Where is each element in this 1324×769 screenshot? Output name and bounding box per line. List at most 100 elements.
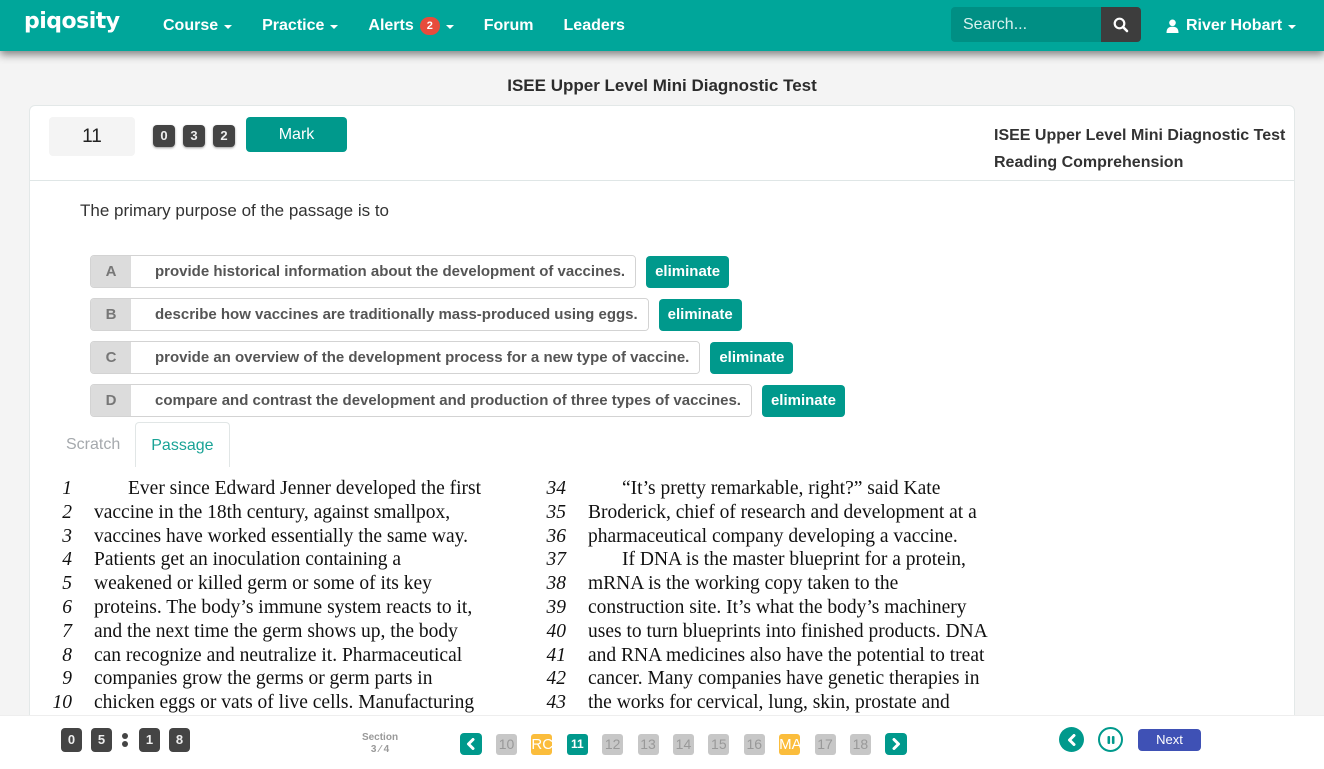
line-number: 41 bbox=[546, 644, 567, 666]
passage-line: 34 “It’s pretty remarkable, right?” said … bbox=[525, 478, 1045, 502]
user-menu[interactable]: River Hobart bbox=[1166, 0, 1297, 51]
line-number: 34 bbox=[546, 478, 567, 499]
navbar: piqosity Course Practice Alerts 2 Forum … bbox=[0, 0, 1324, 51]
question-header: 11 0 3 2 Mark ISEE Upper Level Mini Diag… bbox=[30, 106, 1294, 181]
question-nav-items: 10 RC 11 12 13 14 15 16 MA 17 18 bbox=[496, 733, 885, 755]
choice-select[interactable]: A provide historical information about t… bbox=[90, 255, 637, 288]
section-value: 3 ⁄ 4 bbox=[370, 744, 390, 755]
line-text: “It’s pretty remarkable, right?” said Ka… bbox=[622, 478, 941, 499]
line-number: 37 bbox=[546, 549, 567, 571]
search-icon bbox=[1113, 17, 1129, 32]
counter-digit: 3 bbox=[183, 125, 205, 147]
tab-scratch[interactable]: Scratch bbox=[51, 422, 135, 467]
nav-item-practice[interactable]: Practice bbox=[262, 16, 339, 35]
timer-digit: 0 bbox=[61, 728, 82, 752]
section-name: Reading Comprehension bbox=[994, 154, 1184, 171]
question-card: 11 0 3 2 Mark ISEE Upper Level Mini Diag… bbox=[29, 105, 1295, 745]
timer: 0 5 1 8 bbox=[61, 728, 199, 752]
choice-text: compare and contrast the development and… bbox=[131, 385, 751, 416]
nav-item-alerts[interactable]: Alerts 2 bbox=[368, 16, 454, 35]
line-text: Broderick, chief of research and develop… bbox=[588, 501, 977, 523]
counter-digit: 2 bbox=[213, 125, 235, 147]
passage-line: 39 construction site. It’s what the body’… bbox=[525, 597, 1045, 621]
choice-text: provide an overview of the development p… bbox=[131, 342, 700, 373]
line-number: 4 bbox=[62, 549, 72, 571]
question-nav-item[interactable]: RC bbox=[531, 733, 553, 755]
caret-down-icon bbox=[445, 24, 454, 29]
next-button[interactable]: Next bbox=[1138, 729, 1201, 751]
choice-select[interactable]: B describe how vaccines are traditionall… bbox=[90, 298, 649, 331]
question-nav-item[interactable]: 10 bbox=[496, 733, 517, 755]
passage-line: 3 vaccines have worked essentially the sa… bbox=[30, 526, 530, 550]
line-text: Patients get an inoculation containing a bbox=[94, 549, 402, 571]
question-nav-item[interactable]: 18 bbox=[849, 733, 871, 755]
search-input[interactable] bbox=[951, 7, 1101, 42]
passage-column-right: 34 “It’s pretty remarkable, right?” said … bbox=[525, 478, 1045, 716]
nav-item-leaders[interactable]: Leaders bbox=[564, 17, 625, 35]
choice-letter: A bbox=[91, 256, 131, 287]
eliminate-button[interactable]: eliminate bbox=[710, 341, 794, 374]
passage-line: 43 the works for cervical, lung, skin, pr… bbox=[525, 692, 1045, 716]
line-number: 39 bbox=[546, 596, 567, 618]
eliminate-button[interactable]: eliminate bbox=[646, 255, 730, 288]
tab-passage[interactable]: Passage bbox=[135, 422, 230, 467]
eliminate-button[interactable]: eliminate bbox=[658, 298, 742, 331]
question-counter: 0 3 2 bbox=[153, 125, 243, 147]
search-button[interactable] bbox=[1101, 7, 1141, 42]
section-label: Section bbox=[361, 732, 399, 743]
question-navigator: 10 RC 11 12 13 14 15 16 MA 17 18 bbox=[460, 733, 921, 755]
choice-letter: D bbox=[91, 385, 131, 416]
question-nav-item[interactable]: 15 bbox=[708, 733, 730, 755]
question-nav-item[interactable]: MA bbox=[779, 733, 801, 755]
nav-item-course[interactable]: Course bbox=[163, 17, 233, 35]
chevron-left-icon bbox=[467, 738, 475, 750]
next-question-button[interactable] bbox=[885, 733, 908, 755]
passage-line: 4 Patients get an inoculation containing … bbox=[30, 549, 530, 573]
passage-line: 9 companies grow the germs or germ parts … bbox=[30, 668, 530, 692]
tab-bar: Scratch Passage bbox=[51, 422, 230, 467]
mark-button[interactable]: Mark bbox=[246, 117, 347, 152]
line-number: 8 bbox=[62, 644, 72, 666]
passage-line: 35 Broderick, chief of research and devel… bbox=[525, 502, 1045, 526]
question-nav-item[interactable]: 11 bbox=[566, 733, 588, 755]
choice-select[interactable]: D compare and contrast the development a… bbox=[90, 384, 752, 417]
choice-letter: B bbox=[91, 299, 131, 330]
passage-line: 37 If DNA is the master blueprint for a p… bbox=[525, 549, 1045, 573]
passage-column-left: 1 Ever since Edward Jenner developed the … bbox=[30, 478, 530, 716]
answer-choice-b: B describe how vaccines are traditionall… bbox=[90, 298, 742, 331]
question-nav-item[interactable]: 14 bbox=[672, 733, 694, 755]
timer-digit: 8 bbox=[169, 728, 190, 752]
question-nav-item[interactable]: 12 bbox=[602, 733, 624, 755]
line-number: 9 bbox=[62, 668, 72, 690]
back-button[interactable] bbox=[1059, 727, 1084, 752]
line-number: 42 bbox=[546, 668, 567, 690]
line-text: cancer. Many companies have genetic ther… bbox=[588, 668, 980, 690]
timer-digit: 5 bbox=[91, 728, 112, 752]
line-text: mRNA is the working copy taken to the bbox=[588, 573, 899, 595]
line-number: 1 bbox=[62, 478, 72, 499]
pause-button[interactable] bbox=[1098, 727, 1123, 752]
line-text: and RNA medicines also have the potentia… bbox=[588, 644, 985, 666]
line-text: chicken eggs or vats of live cells. Manu… bbox=[94, 692, 475, 714]
nav-item-label: Practice bbox=[262, 16, 325, 34]
question-nav-item[interactable]: 17 bbox=[814, 733, 836, 755]
question-nav-item[interactable]: 13 bbox=[637, 733, 659, 755]
caret-down-icon bbox=[224, 24, 233, 29]
passage-line: 41 and RNA medicines also have the potent… bbox=[525, 645, 1045, 669]
line-number: 5 bbox=[62, 573, 72, 595]
passage-line: 10 chicken eggs or vats of live cells. Ma… bbox=[30, 692, 530, 716]
choice-select[interactable]: C provide an overview of the development… bbox=[90, 341, 701, 374]
pause-icon bbox=[1107, 735, 1114, 744]
choice-text: describe how vaccines are traditionally … bbox=[131, 299, 648, 330]
brand-logo[interactable]: piqosity bbox=[24, 9, 120, 34]
previous-question-button[interactable] bbox=[460, 733, 482, 755]
line-text: companies grow the germs or germ parts i… bbox=[94, 668, 433, 690]
line-number: 36 bbox=[546, 525, 567, 547]
eliminate-button[interactable]: eliminate bbox=[761, 384, 845, 417]
answer-choice-a: A provide historical information about t… bbox=[90, 255, 730, 288]
question-nav-item[interactable]: 16 bbox=[743, 733, 765, 755]
nav-item-forum[interactable]: Forum bbox=[484, 17, 534, 35]
nav-item-label: Forum bbox=[483, 16, 534, 34]
passage-line: 7 and the next time the germ shows up, th… bbox=[30, 621, 530, 645]
alerts-badge: 2 bbox=[419, 16, 440, 35]
